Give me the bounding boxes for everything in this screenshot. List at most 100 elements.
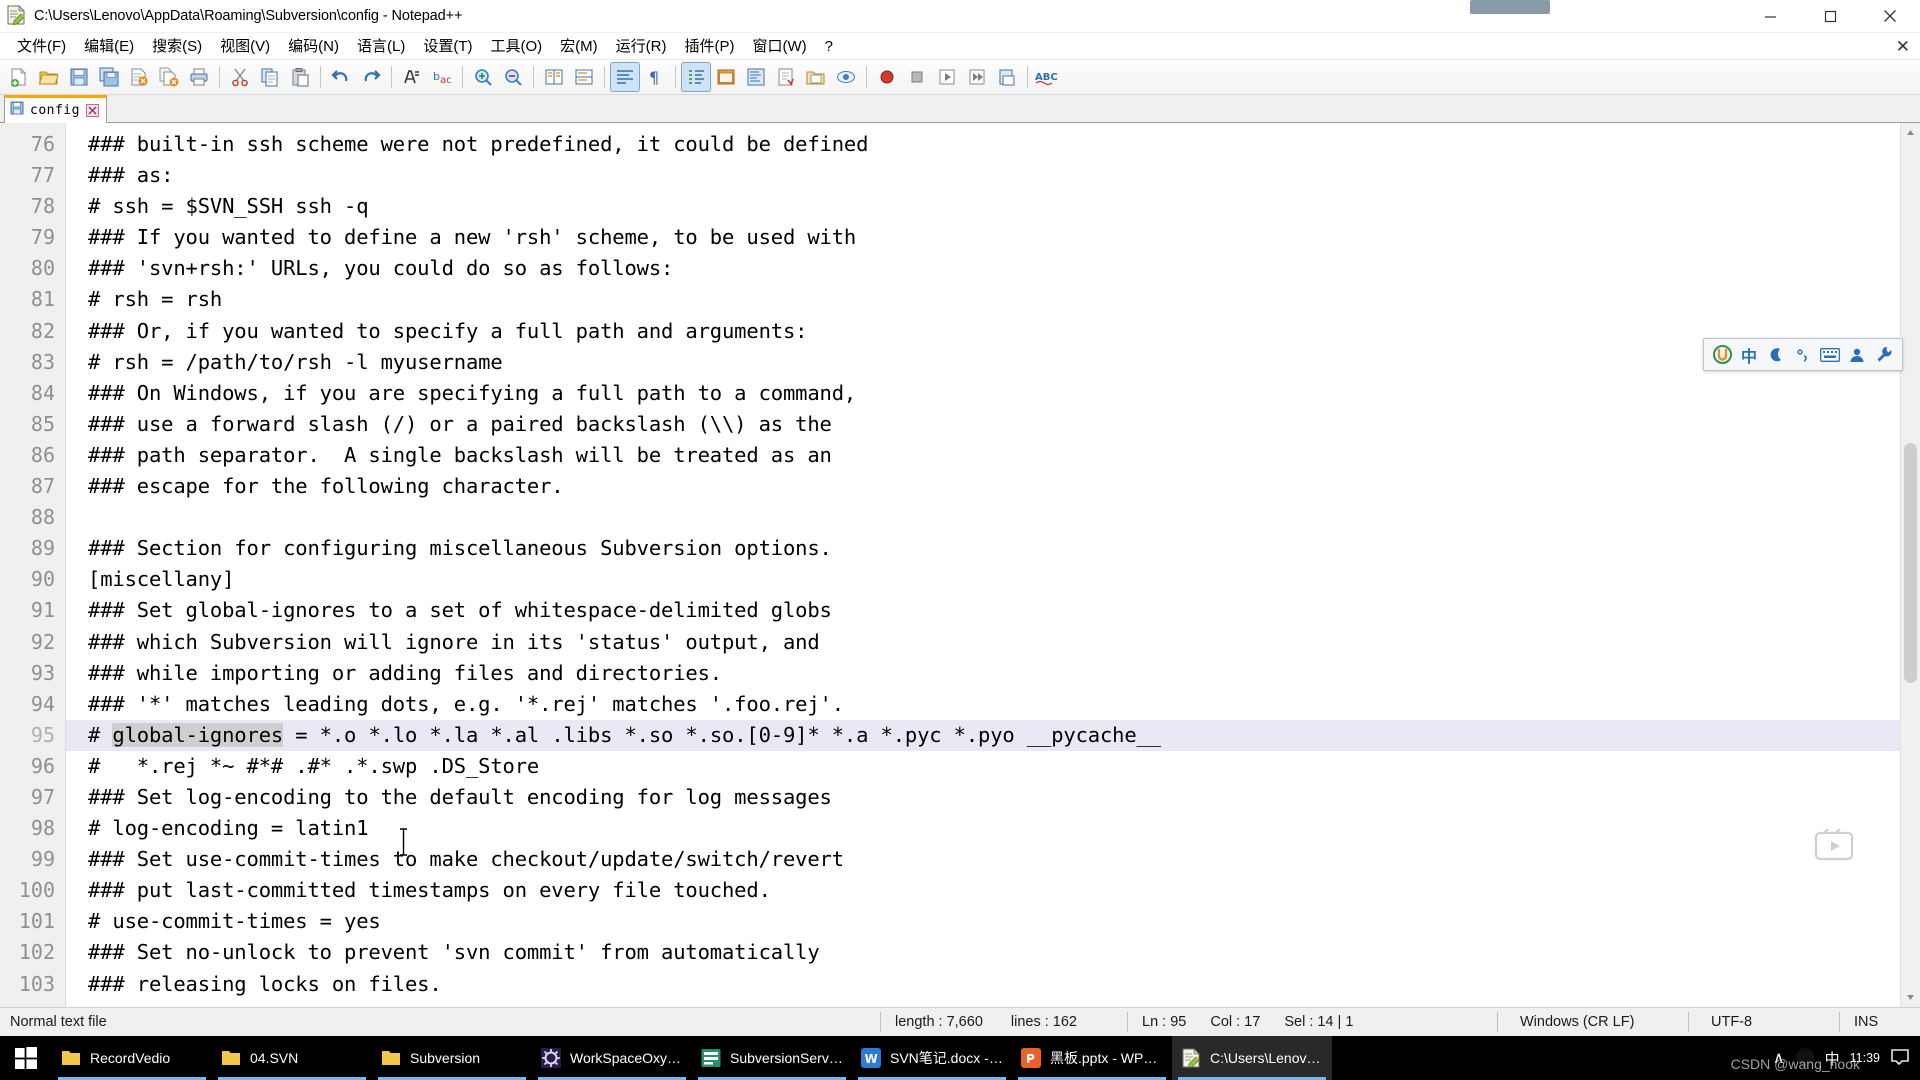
folder-as-workspace-icon[interactable] [802,63,830,91]
sync-vertical-icon[interactable] [540,63,568,91]
scroll-down-arrow-icon[interactable] [1901,988,1920,1007]
macro-playback-multiple-icon[interactable] [963,63,991,91]
menu-plugins[interactable]: 插件(P) [675,37,743,56]
scroll-up-arrow-icon[interactable] [1901,123,1920,142]
zoom-in-icon[interactable] [469,63,497,91]
menu-run[interactable]: 运行(R) [607,37,676,56]
code-line[interactable]: # ssh = $SVN_SSH ssh -q [66,191,1920,222]
menu-view[interactable]: 视图(V) [211,37,279,56]
menu-help[interactable]: ? [816,37,842,56]
close-icon[interactable] [85,104,99,117]
vertical-scrollbar[interactable] [1900,123,1920,1007]
ime-language-bar[interactable]: 中 [1703,338,1903,371]
tab-config[interactable]: config [4,95,107,123]
punctuation-icon[interactable] [1793,345,1813,365]
menu-macro[interactable]: 宏(M) [551,37,607,56]
tray-expand-chevron-icon[interactable]: ∧ [1773,1048,1785,1068]
soft-keyboard-icon[interactable] [1820,345,1840,365]
sogou-tray-icon[interactable] [1795,1047,1815,1070]
taskbar-item-5[interactable]: SubversionServe... [692,1036,852,1080]
close-document-button[interactable]: ✕ [1896,38,1910,55]
code-line[interactable]: ### Set log-encoding to the default enco… [66,782,1920,813]
menu-settings[interactable]: 设置(T) [414,37,481,56]
code-line[interactable]: [miscellany] [66,564,1920,595]
code-line[interactable]: ### Section for configuring miscellaneou… [66,533,1920,564]
macro-play-icon[interactable] [933,63,961,91]
menu-file[interactable]: 文件(F) [8,37,75,56]
selected-token[interactable]: global-ignores [112,722,283,747]
code-line[interactable]: ### path separator. A single backslash w… [66,440,1920,471]
taskbar-item-1[interactable]: RecordVedio [52,1036,212,1080]
tray-notifications-icon[interactable] [1890,1047,1910,1070]
code-line[interactable]: # rsh = /path/to/rsh -l myusername [66,347,1920,378]
menu-tools[interactable]: 工具(O) [481,37,551,56]
code-line[interactable]: # *.rej *~ #*# .#* .*.swp .DS_Store [66,751,1920,782]
maximize-button[interactable] [1800,0,1860,32]
function-list-icon[interactable] [772,63,800,91]
macro-stop-icon[interactable] [903,63,931,91]
code-line-current[interactable]: # global-ignores = *.o *.lo *.la *.al .l… [66,719,1920,751]
undo-icon[interactable] [327,63,355,91]
code-line[interactable]: ### 'svn+rsh:' URLs, you could do so as … [66,253,1920,284]
menu-encoding[interactable]: 编码(N) [279,37,348,56]
save-icon[interactable] [65,63,93,91]
code-line[interactable]: ### releasing locks on files. [66,969,1920,1000]
monitoring-icon[interactable] [832,63,860,91]
close-all-icon[interactable] [155,63,183,91]
find-icon[interactable] [398,63,426,91]
minimize-button[interactable] [1740,0,1800,32]
indent-guide-icon[interactable] [681,62,711,92]
code-line[interactable]: ### Set global-ignores to a set of white… [66,595,1920,626]
status-eol-format[interactable]: Windows (CR LF) [1498,1008,1688,1036]
user-icon[interactable] [1847,345,1867,365]
user-defined-dialog-icon[interactable] [712,63,740,91]
menu-search[interactable]: 搜索(S) [143,37,211,56]
tray-ime-label[interactable]: 中 [1825,1048,1840,1069]
menu-edit[interactable]: 编辑(E) [75,37,143,56]
code-line[interactable]: ### as: [66,160,1920,191]
code-line[interactable]: # log-encoding = latin1 [66,813,1920,844]
menu-window[interactable]: 窗口(W) [743,37,815,56]
paste-icon[interactable] [286,63,314,91]
code-line[interactable]: ### put last-committed timestamps on eve… [66,875,1920,906]
replace-icon[interactable]: b ac [428,63,456,91]
code-line[interactable]: ### while importing or adding files and … [66,658,1920,689]
code-line[interactable]: # use-commit-times = yes [66,906,1920,937]
code-line[interactable]: ### '*' matches leading dots, e.g. '*.re… [66,689,1920,720]
copy-icon[interactable] [256,63,284,91]
status-insert-mode[interactable]: INS [1840,1008,1920,1036]
status-encoding[interactable]: UTF-8 [1689,1008,1839,1036]
macro-record-icon[interactable] [873,63,901,91]
word-wrap-icon[interactable] [610,62,640,92]
scrollbar-thumb[interactable] [1904,443,1917,683]
code-line[interactable]: ### Or, if you wanted to specify a full … [66,316,1920,347]
redo-icon[interactable] [357,63,385,91]
start-button[interactable] [0,1036,52,1080]
recording-toolbar-handle[interactable] [1470,0,1550,14]
code-line[interactable]: # rsh = rsh [66,284,1920,315]
taskbar-item-2[interactable]: 04.SVN [212,1036,372,1080]
half-width-moon-icon[interactable] [1766,345,1786,365]
save-all-icon[interactable] [95,63,123,91]
close-button[interactable] [1860,0,1920,32]
print-icon[interactable] [185,63,213,91]
code-line[interactable]: ### Set use-commit-times to make checkou… [66,844,1920,875]
doc-map-icon[interactable] [742,63,770,91]
open-file-icon[interactable] [35,63,63,91]
tools-wrench-icon[interactable] [1874,345,1894,365]
code-line[interactable] [66,502,1920,533]
taskbar-item-8[interactable]: C:\Users\Lenovo... [1172,1036,1332,1080]
code-line[interactable]: ### On Windows, if you are specifying a … [66,378,1920,409]
new-file-icon[interactable] [5,63,33,91]
sync-horizontal-icon[interactable] [570,63,598,91]
macro-save-icon[interactable] [993,63,1021,91]
taskbar-item-7[interactable]: P 黑板.pptx - WPS ... [1012,1036,1172,1080]
cut-icon[interactable] [226,63,254,91]
code-line[interactable]: ### Set no-unlock to prevent 'svn commit… [66,937,1920,968]
close-file-icon[interactable] [125,63,153,91]
taskbar-item-4[interactable]: WorkSpaceOxyg... [532,1036,692,1080]
sogou-logo-icon[interactable] [1712,345,1732,365]
code-line[interactable]: ### escape for the following character. [66,471,1920,502]
zoom-out-icon[interactable] [499,63,527,91]
tray-clock[interactable]: 11:39 [1850,1051,1880,1065]
